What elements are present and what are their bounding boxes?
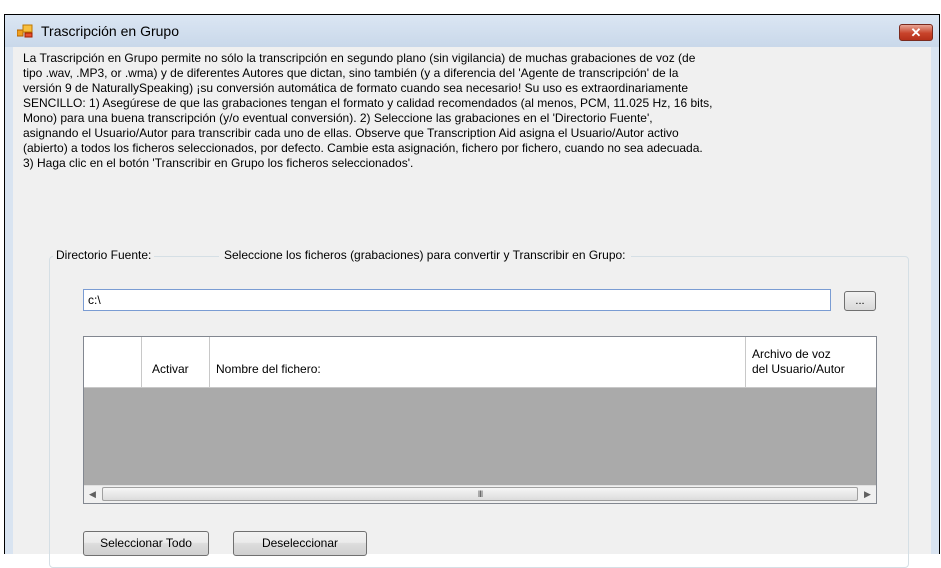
deselect-button[interactable]: Deseleccionar [233,531,367,556]
column-voice-file-label-2: del Usuario/Autor [752,362,845,376]
title-bar[interactable]: Trascripción en Grupo ✕ [5,15,939,47]
column-filename-label: Nombre del fichero: [216,362,321,376]
column-activar-label: Activar [152,362,189,376]
source-path-input[interactable]: c:\ [83,289,831,311]
dialog-client-area: La Trascripción en Grupo permite no sólo… [13,47,931,568]
files-grid[interactable]: Activar Nombre del fichero: Archivo de v… [83,336,877,504]
description-line: 3) Haga clic en el botón 'Transcribir en… [23,156,414,170]
close-icon: ✕ [910,25,922,40]
scroll-left-icon[interactable]: ◀ [84,486,101,503]
close-button[interactable]: ✕ [899,24,933,41]
description-line: tipo .wav, .MP3, or .wma) y de diferente… [23,66,679,80]
scroll-right-icon[interactable]: ▶ [859,486,876,503]
column-activar[interactable]: Activar [142,337,210,387]
description-line: La Trascripción en Grupo permite no sólo… [23,51,696,65]
select-all-button[interactable]: Seleccionar Todo [83,531,209,556]
description-line: asignando el Usuario/Autor para transcri… [23,126,679,140]
scroll-thumb[interactable]: III [102,487,858,501]
app-icon [17,24,33,38]
horizontal-scrollbar[interactable]: ◀ III ▶ [84,485,876,503]
description-line: SENCILLO: 1) Asegúrese de que las grabac… [23,96,713,110]
description-line: versión 9 de NaturallySpeaking) ¡su conv… [23,81,689,95]
dialog-window: Trascripción en Grupo ✕ La Trascripción … [4,14,940,568]
window-title: Trascripción en Grupo [41,23,179,39]
grid-header: Activar Nombre del fichero: Archivo de v… [84,337,876,388]
source-instruction-label: Seleccione los ficheros (grabaciones) pa… [219,248,631,262]
column-filename[interactable]: Nombre del fichero: [210,337,746,387]
description-text: La Trascripción en Grupo permite no sólo… [23,51,923,171]
column-voice-file-label-1: Archivo de voz [752,347,831,361]
browse-button[interactable]: ... [844,291,876,311]
column-voice-file[interactable]: Archivo de voz del Usuario/Autor [746,337,876,387]
description-line: Mono) para una buena transcripción (y/o … [23,111,653,125]
row-header-column [84,337,142,387]
description-line: (abierto) a todos los ficheros seleccion… [23,141,703,155]
source-directory-label: Directorio Fuente: [53,248,155,262]
